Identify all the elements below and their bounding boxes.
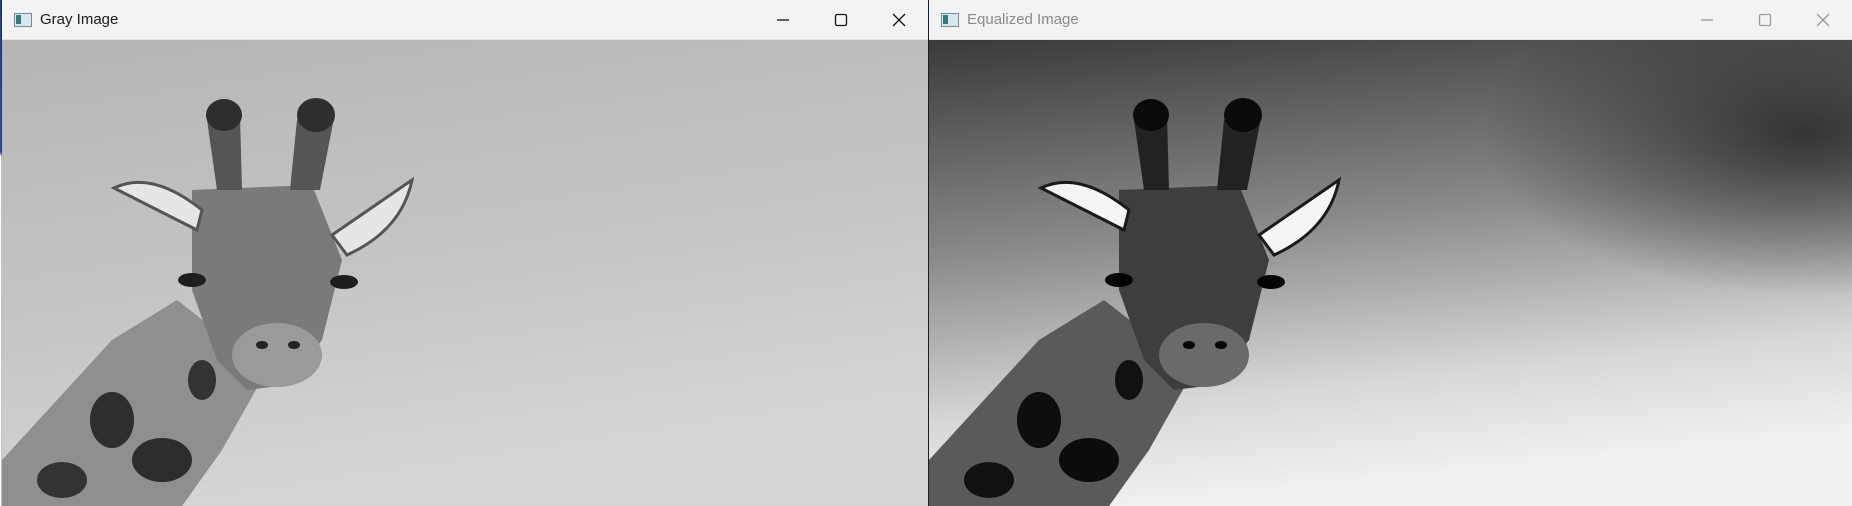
maximize-icon: [834, 13, 848, 26]
minimize-button[interactable]: [754, 0, 812, 39]
giraffe-gray-image: [2, 40, 928, 506]
opencv-window-icon: [14, 12, 32, 27]
equalized-window-title: Equalized Image: [967, 11, 1079, 28]
close-icon: [1816, 13, 1830, 26]
gray-window-title: Gray Image: [40, 11, 119, 28]
close-icon: [892, 13, 906, 26]
minimize-icon: [1701, 18, 1713, 21]
gray-image-window[interactable]: Gray Image: [2, 0, 928, 506]
equalized-image-canvas[interactable]: [929, 40, 1852, 506]
equalized-window-titlebar[interactable]: Equalized Image: [929, 0, 1852, 40]
giraffe-equalized-image: [929, 40, 1852, 506]
opencv-window-icon: [941, 12, 959, 27]
maximize-button[interactable]: [812, 0, 870, 39]
minimize-button[interactable]: [1678, 0, 1736, 39]
maximize-button[interactable]: [1736, 0, 1794, 39]
close-button[interactable]: [870, 0, 928, 39]
gray-image-canvas[interactable]: [2, 40, 928, 506]
maximize-icon: [1758, 13, 1772, 26]
gray-window-titlebar[interactable]: Gray Image: [2, 0, 928, 40]
close-button[interactable]: [1794, 0, 1852, 39]
equalized-image-window[interactable]: Equalized Image: [929, 0, 1852, 506]
minimize-icon: [777, 18, 789, 21]
